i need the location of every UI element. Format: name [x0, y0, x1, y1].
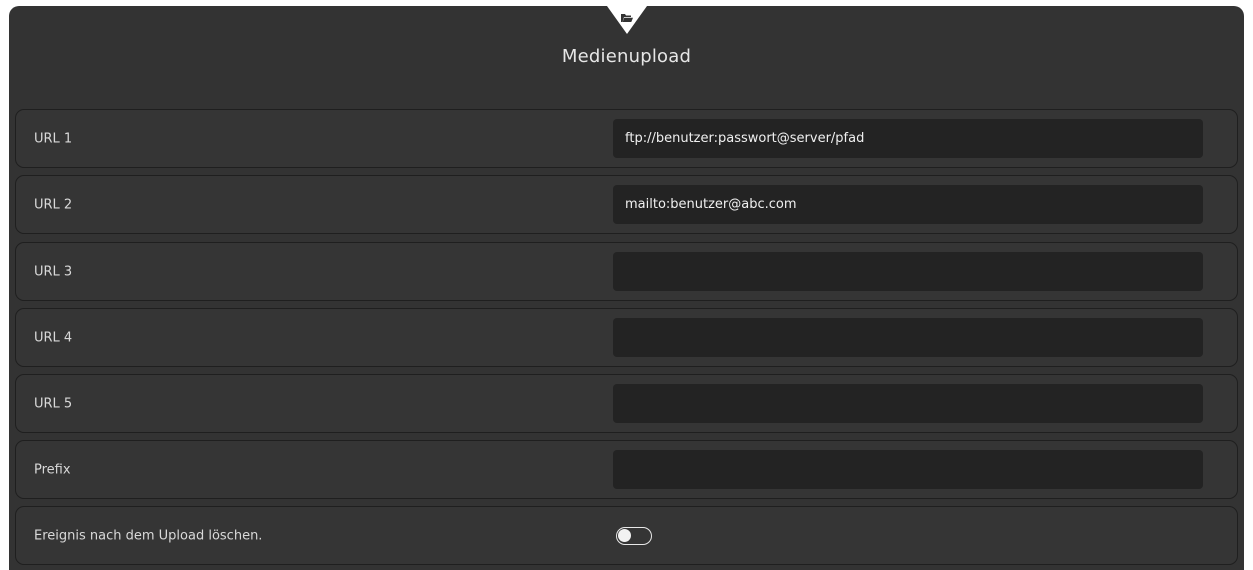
url-4-input[interactable] — [613, 318, 1203, 357]
prefix-input[interactable] — [613, 450, 1203, 489]
panel-notch — [606, 6, 647, 34]
url-5-input[interactable] — [613, 384, 1203, 423]
prefix-row: Prefix — [15, 440, 1238, 499]
delete-after-upload-toggle[interactable] — [616, 526, 652, 545]
url-5-label: URL 5 — [34, 396, 73, 411]
url-3-label: URL 3 — [34, 264, 73, 279]
toggle-knob — [618, 528, 631, 542]
url-3-input[interactable] — [613, 252, 1203, 291]
url-3-row: URL 3 — [15, 242, 1238, 301]
url-4-label: URL 4 — [34, 330, 73, 345]
delete-after-upload-row: Ereignis nach dem Upload löschen. — [15, 506, 1238, 565]
url-2-label: URL 2 — [34, 197, 73, 212]
media-upload-panel: Medienupload URL 1 URL 2 URL 3 URL 4 URL… — [9, 6, 1244, 570]
delete-after-upload-label: Ereignis nach dem Upload löschen. — [34, 528, 263, 543]
url-1-label: URL 1 — [34, 131, 73, 146]
url-4-row: URL 4 — [15, 308, 1238, 367]
url-5-row: URL 5 — [15, 374, 1238, 433]
url-2-input[interactable] — [613, 185, 1203, 224]
prefix-label: Prefix — [34, 462, 71, 477]
url-2-row: URL 2 — [15, 175, 1238, 234]
page-title: Medienupload — [561, 46, 692, 67]
url-1-row: URL 1 — [15, 109, 1238, 168]
url-1-input[interactable] — [613, 119, 1203, 158]
notch-shape — [606, 6, 647, 34]
